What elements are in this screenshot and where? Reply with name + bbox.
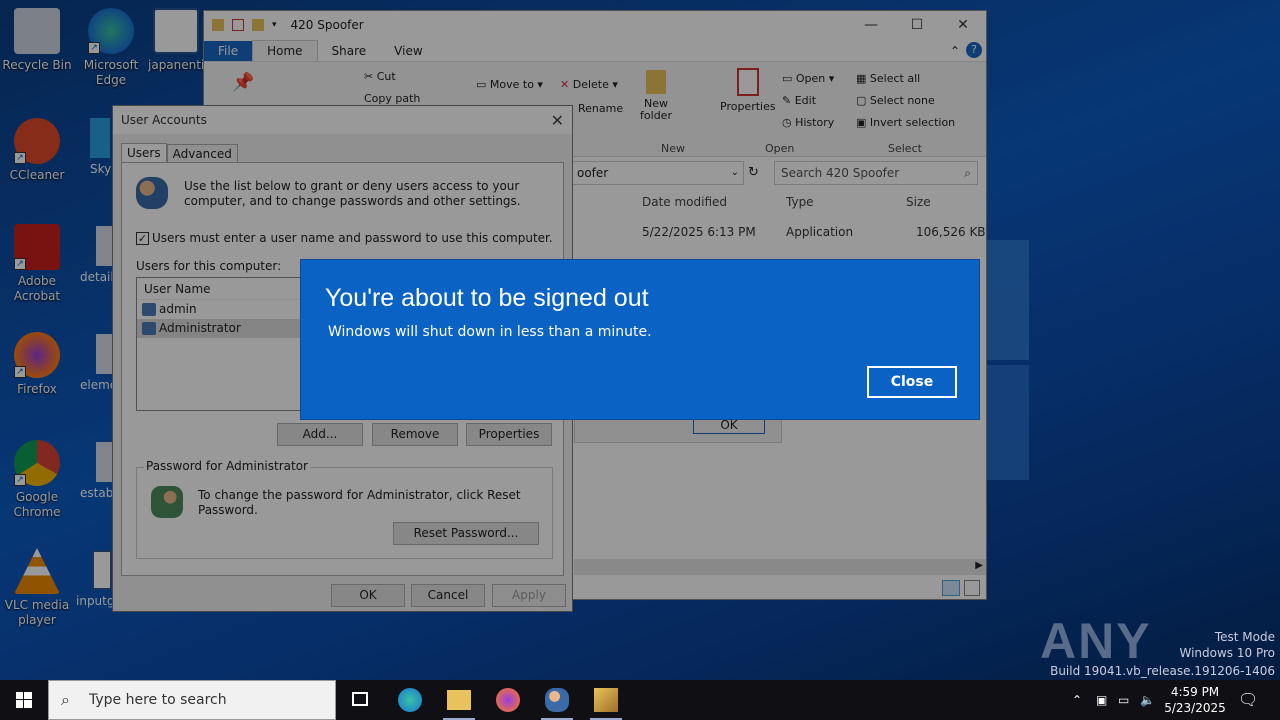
windows-logo-icon: [16, 692, 32, 708]
desktop: Recycle Bin ↗ Microsoft Edge japanenti ↗…: [0, 0, 1280, 680]
taskbar: ⌕ Type here to search ⌃ ▣ ▭ 🔈 4:59 PM 5/…: [0, 680, 1280, 720]
sign-out-title: You're about to be signed out: [325, 284, 649, 312]
task-view-icon: [352, 692, 368, 706]
taskbar-firefox[interactable]: [488, 684, 528, 716]
folder-icon: [447, 690, 471, 710]
taskbar-search-placeholder: Type here to search: [89, 692, 227, 708]
taskbar-file-explorer[interactable]: [439, 684, 479, 720]
firefox-icon: [496, 688, 520, 712]
edge-icon: [398, 688, 422, 712]
volume-icon[interactable]: 🔈: [1140, 680, 1155, 720]
clock[interactable]: 4:59 PM 5/23/2025: [1160, 684, 1230, 716]
taskbar-user-accounts[interactable]: [537, 684, 577, 720]
chevron-up-icon[interactable]: ⌃: [1072, 680, 1082, 720]
clock-date: 5/23/2025: [1164, 701, 1226, 715]
start-button[interactable]: [0, 680, 48, 720]
build-text: Build 19041.vb_release.191206-1406: [1050, 664, 1275, 678]
search-icon: ⌕: [61, 690, 70, 709]
taskbar-edge[interactable]: [390, 684, 430, 716]
taskbar-search-box[interactable]: ⌕ Type here to search: [48, 680, 336, 720]
keys-icon: [594, 688, 618, 712]
device-icon[interactable]: ▣: [1096, 680, 1107, 720]
sign-out-message: Windows will shut down in less than a mi…: [328, 324, 652, 340]
taskbar-spoofer-app[interactable]: [586, 684, 626, 720]
task-view-button[interactable]: [340, 684, 380, 716]
sign-out-notice: You're about to be signed out Windows wi…: [300, 259, 980, 420]
clock-time: 4:59 PM: [1170, 685, 1220, 699]
notifications-icon[interactable]: 🗨: [1238, 680, 1258, 720]
close-button[interactable]: Close: [867, 366, 957, 398]
test-mode-text: Test Mode: [1214, 630, 1275, 644]
network-icon[interactable]: ▭: [1118, 680, 1129, 720]
windows-edition-text: Windows 10 Pro: [1179, 646, 1275, 660]
users-icon: [545, 688, 569, 712]
